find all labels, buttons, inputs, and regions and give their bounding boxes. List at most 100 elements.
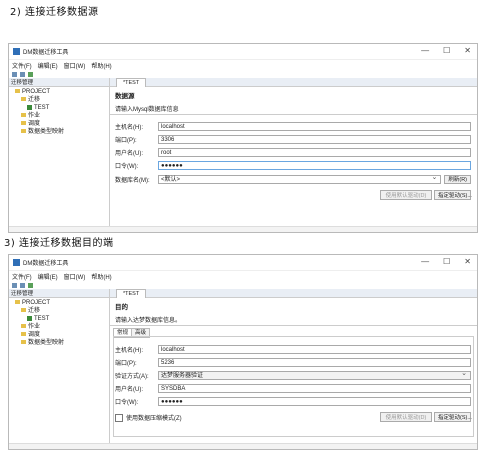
port-input[interactable]: 3306 — [158, 134, 471, 144]
title-bar: DM数据迁移工具 — ☐ ✕ — [9, 255, 477, 271]
user-input[interactable]: SYSDBA — [158, 383, 471, 393]
window-title: DM数据迁移工具 — [23, 50, 69, 56]
tree-node-test[interactable]: TEST — [15, 104, 109, 112]
status-bar — [9, 443, 477, 449]
menu-bar: 文件(F) 编辑(E) 窗口(W) 帮助(H) — [9, 271, 477, 281]
user-label: 用户名(U): — [115, 150, 143, 157]
menu-help[interactable]: 帮助(H) — [91, 272, 111, 281]
folder-icon — [21, 324, 26, 329]
maximize-icon[interactable]: ☐ — [443, 46, 450, 55]
menu-edit[interactable]: 编辑(E) — [38, 272, 58, 281]
close-icon[interactable]: ✕ — [464, 46, 471, 55]
wizard-description: 请输入Mysql数据库信息 — [115, 107, 179, 113]
menu-edit[interactable]: 编辑(E) — [38, 61, 58, 70]
compress-label: 使用数据压缩模式(Z) — [126, 416, 182, 422]
tree-node-project[interactable]: PROJECT — [15, 88, 109, 96]
tree-node-type-mapping[interactable]: 数据类型映射 — [15, 128, 109, 136]
folder-icon — [21, 129, 26, 134]
save-all-icon[interactable] — [20, 282, 25, 288]
database-select[interactable]: <默认> — [158, 173, 442, 184]
pane-header: 迁移管理 — [9, 289, 109, 298]
app-icon — [13, 48, 20, 55]
user-row: 用户名(U): root — [115, 147, 471, 157]
migration-icon — [27, 104, 32, 110]
title-bar: DM数据迁移工具 — ☐ ✕ — [9, 44, 477, 60]
maximize-icon[interactable]: ☐ — [443, 257, 450, 266]
migration-icon — [27, 315, 32, 321]
target-window: DM数据迁移工具 — ☐ ✕ 文件(F) 编辑(E) 窗口(W) 帮助(H) 迁… — [8, 254, 478, 450]
migration-manager-pane: 迁移管理 PROJECT 迁移 TEST 作业 调度 数据类型映射 — [9, 289, 110, 449]
run-icon[interactable] — [28, 282, 33, 288]
folder-icon — [21, 340, 26, 345]
password-input[interactable]: ●●●●●● — [158, 160, 471, 170]
tree-node-schedule[interactable]: 调度 — [15, 120, 109, 128]
specify-driver-button[interactable]: 指定驱动(S)... — [434, 412, 472, 422]
migration-manager-pane: 迁移管理 PROJECT 迁移 TEST 作业 调度 数据类型映射 — [9, 78, 110, 232]
save-icon[interactable] — [12, 71, 17, 77]
user-label: 用户名(U): — [115, 386, 143, 393]
host-input[interactable]: localhost — [158, 344, 471, 354]
password-label: 口令(W): — [115, 163, 139, 170]
database-label: 数据库名(M): — [115, 177, 150, 184]
tree-node-project[interactable]: PROJECT — [15, 299, 109, 307]
section2-heading: 2) 连接迁移数据源 — [10, 7, 99, 18]
password-row: 口令(W): ●●●●●● — [115, 396, 471, 406]
auth-select[interactable]: 达梦服务器验证 — [158, 369, 471, 380]
menu-window[interactable]: 窗口(W) — [64, 272, 86, 281]
section3-heading: 3) 连接迁移数据目的端 — [4, 238, 114, 249]
folder-icon — [21, 97, 26, 102]
menu-file[interactable]: 文件(F) — [12, 61, 32, 70]
tree-node-test[interactable]: TEST — [15, 315, 109, 323]
database-row: 数据库名(M): <默认> 刷新(R) — [115, 173, 471, 184]
refresh-button[interactable]: 刷新(R) — [444, 174, 471, 184]
checkbox-box[interactable] — [115, 413, 123, 422]
source-window: DM数据迁移工具 — ☐ ✕ 文件(F) 编辑(E) 窗口(W) 帮助(H) 迁… — [8, 43, 478, 233]
port-row: 端口(P): 3306 — [115, 134, 471, 144]
menu-help[interactable]: 帮助(H) — [91, 61, 111, 70]
tree-node-type-mapping[interactable]: 数据类型映射 — [15, 339, 109, 347]
tab-test[interactable]: *TEST — [116, 78, 147, 87]
tree-node-schedule[interactable]: 调度 — [15, 331, 109, 339]
tree-node-migration[interactable]: 迁移 — [15, 307, 109, 315]
tree-node-migration[interactable]: 迁移 — [15, 96, 109, 104]
auth-row: 验证方式(A): 达梦服务器验证 — [115, 369, 471, 380]
folder-icon — [21, 113, 26, 118]
host-input[interactable]: localhost — [158, 121, 471, 131]
status-bar — [9, 226, 477, 232]
app-icon — [13, 259, 20, 266]
pane-header: 迁移管理 — [9, 78, 109, 87]
port-label: 端口(P): — [115, 137, 137, 144]
tab-test[interactable]: *TEST — [116, 289, 147, 298]
close-icon[interactable]: ✕ — [464, 257, 471, 266]
default-driver-button[interactable]: 使用默认驱动(D) — [380, 412, 432, 422]
folder-icon — [21, 308, 26, 313]
auth-label: 验证方式(A): — [115, 373, 149, 380]
menu-file[interactable]: 文件(F) — [12, 272, 32, 281]
user-row: 用户名(U): SYSDBA — [115, 383, 471, 393]
port-label: 端口(P): — [115, 360, 137, 367]
minimize-icon[interactable]: — — [421, 46, 429, 55]
password-input[interactable]: ●●●●●● — [158, 396, 471, 406]
run-icon[interactable] — [28, 71, 33, 77]
specify-driver-button[interactable]: 指定驱动(S)... — [434, 190, 472, 200]
save-all-icon[interactable] — [20, 71, 25, 77]
host-row: 主机名(H): localhost — [115, 344, 471, 354]
tree-node-jobs[interactable]: 作业 — [15, 323, 109, 331]
wizard-header: 数据源 请输入Mysql数据库信息 — [110, 87, 477, 115]
password-label: 口令(W): — [115, 399, 139, 406]
save-icon[interactable] — [12, 282, 17, 288]
folder-icon — [15, 300, 20, 305]
user-input[interactable]: root — [158, 147, 471, 157]
minimize-icon[interactable]: — — [421, 257, 429, 266]
tree-node-jobs[interactable]: 作业 — [15, 112, 109, 120]
host-label: 主机名(H): — [115, 124, 143, 131]
wizard-title: 数据源 — [115, 93, 135, 100]
wizard-description: 请输入达梦数据库信息。 — [115, 318, 182, 324]
menu-window[interactable]: 窗口(W) — [64, 61, 86, 70]
window-title: DM数据迁移工具 — [23, 261, 69, 267]
compress-checkbox[interactable]: 使用数据压缩模式(Z) — [115, 413, 182, 422]
password-row: 口令(W): ●●●●●● — [115, 160, 471, 170]
project-tree: PROJECT 迁移 TEST 作业 调度 数据类型映射 — [9, 298, 109, 347]
port-input[interactable]: 5236 — [158, 357, 471, 367]
default-driver-button[interactable]: 使用默认驱动(D) — [380, 190, 432, 200]
